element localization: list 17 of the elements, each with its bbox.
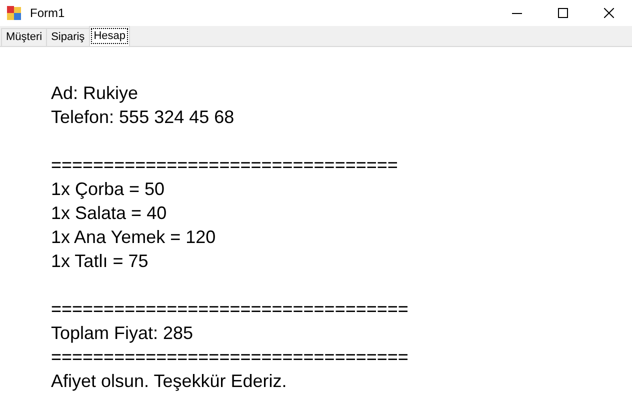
receipt-line: ================================== — [51, 298, 410, 321]
receipt-line: 1x Çorba = 50 — [51, 178, 166, 201]
tab[interactable]: Müşteri — [1, 28, 48, 46]
app-icon — [6, 5, 22, 21]
maximize-icon[interactable] — [558, 8, 568, 18]
receipt-line: Telefon: 555 324 45 68 — [51, 106, 236, 129]
receipt-line: 1x Ana Yemek = 120 — [51, 226, 217, 249]
receipt-line: ================================= — [51, 154, 399, 177]
tab[interactable]: Hesap — [88, 26, 130, 46]
close-icon[interactable] — [604, 8, 614, 18]
receipt-line: Afiyet olsun. Teşekkür Ederiz. — [51, 370, 288, 393]
receipt-line: Toplam Fiyat: 285 — [51, 322, 194, 345]
receipt-line: 1x Salata = 40 — [51, 202, 168, 225]
receipt-line: 1x Tatlı = 75 — [51, 250, 150, 273]
window-title: Form1 — [30, 6, 66, 20]
receipt-line: Ad: Rukiye — [51, 82, 140, 105]
receipt-line: ================================== — [51, 346, 410, 369]
